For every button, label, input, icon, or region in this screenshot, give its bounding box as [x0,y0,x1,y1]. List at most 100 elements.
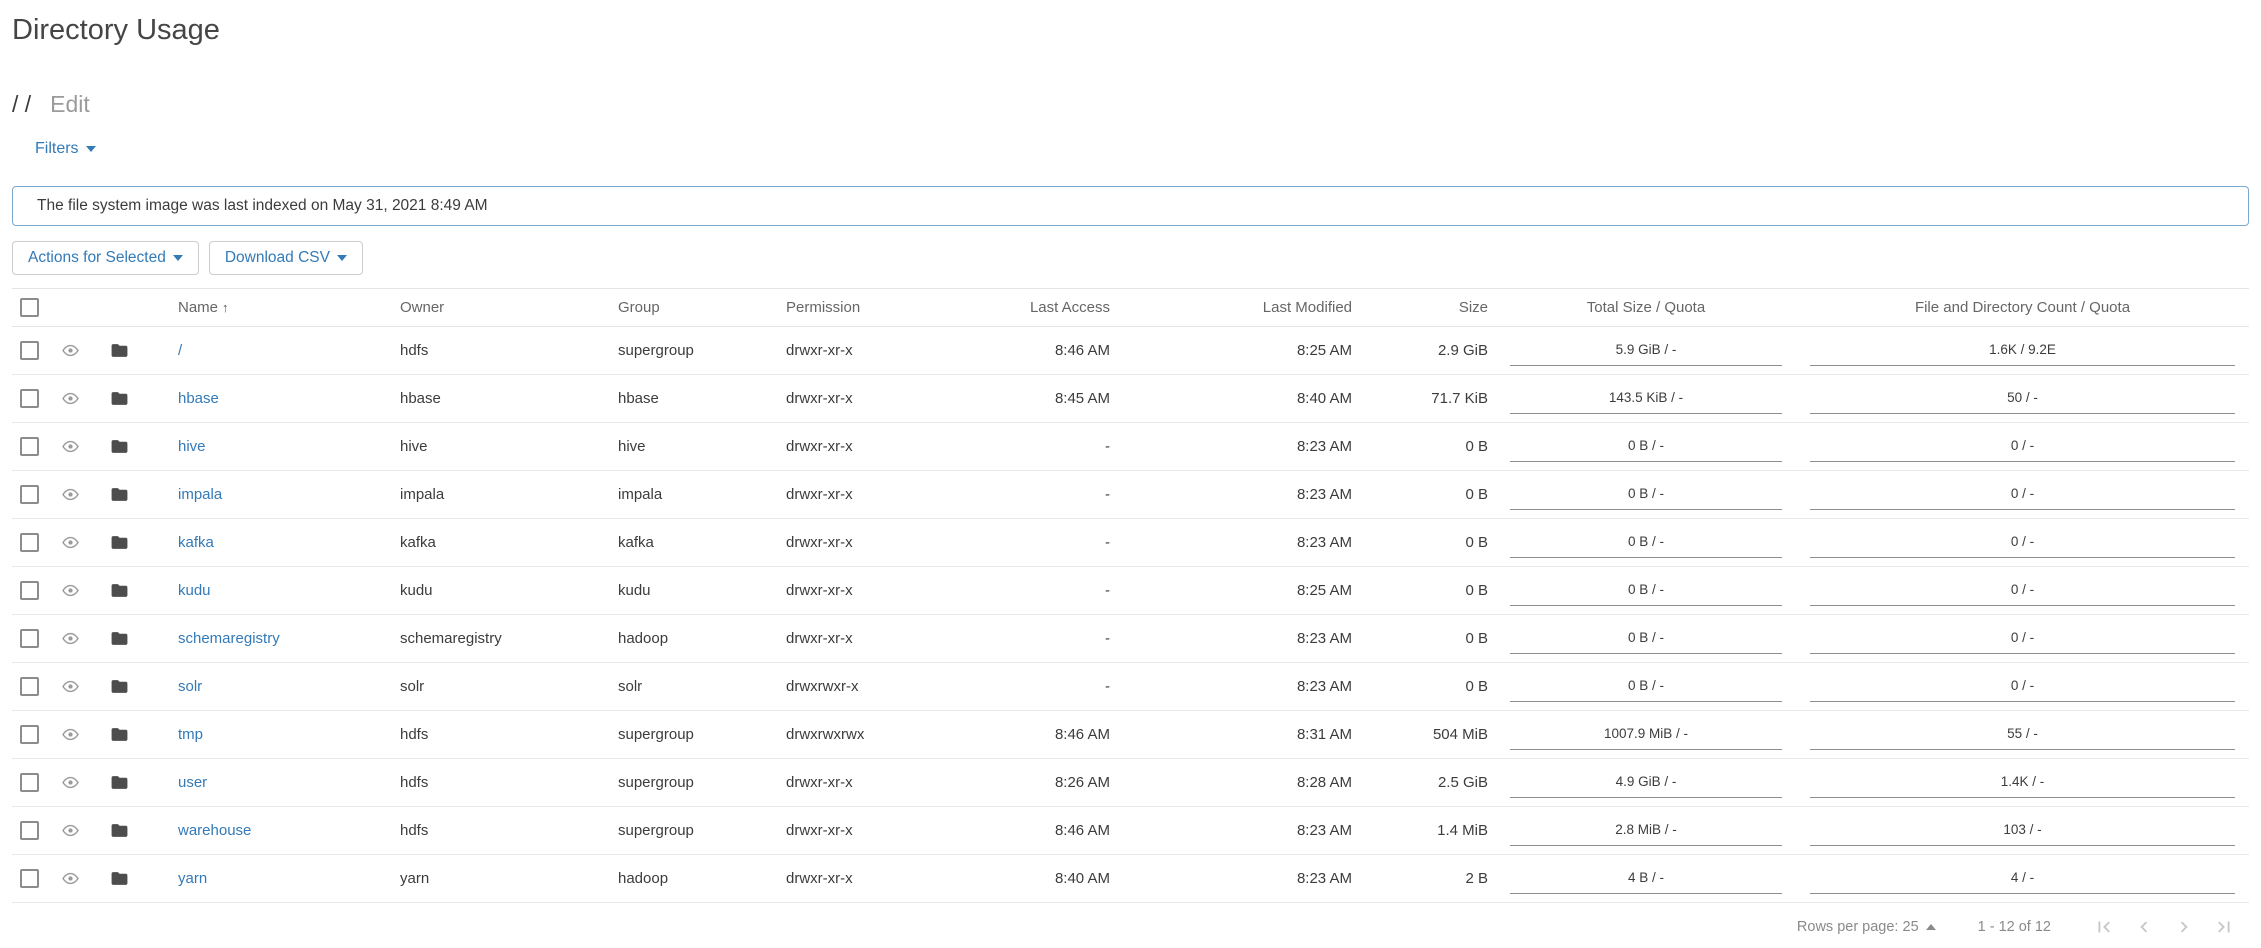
next-page-icon[interactable] [2173,916,2195,938]
permission-cell: drwxr-xr-x [778,807,978,855]
size-cell: 2.9 GiB [1360,327,1496,375]
count-quota-bar: 0 / - [1810,438,2235,462]
table-row: impala impala impala drwxr-xr-x - 8:23 A… [12,471,2249,519]
group-cell: impala [610,471,778,519]
directory-link[interactable]: kafka [178,534,214,551]
last-access-cell: 8:46 AM [978,711,1118,759]
last-access-cell: - [978,567,1118,615]
total-size-quota-bar: 0 B / - [1510,630,1782,654]
directory-link[interactable]: impala [178,486,222,503]
count-quota-bar: 0 / - [1810,486,2235,510]
total-size-quota-value: 4.9 GiB / - [1616,774,1677,789]
directory-link[interactable]: tmp [178,726,203,743]
preview-eye-icon[interactable] [62,486,79,503]
directory-link[interactable]: solr [178,678,202,695]
breadcrumb-path[interactable]: / / [12,91,31,118]
owner-cell: hdfs [392,807,610,855]
header-total-size-quota[interactable]: Total Size / Quota [1496,289,1796,327]
count-quota-bar: 0 / - [1810,678,2235,702]
count-quota-value: 1.4K / - [2001,774,2045,789]
row-checkbox[interactable] [20,341,39,360]
size-cell: 0 B [1360,519,1496,567]
directory-link[interactable]: schemaregistry [178,630,280,647]
group-cell: hadoop [610,855,778,903]
count-quota-value: 0 / - [2011,678,2034,693]
header-size[interactable]: Size [1360,289,1496,327]
last-modified-cell: 8:31 AM [1118,711,1360,759]
header-eye-spacer [54,289,102,327]
count-quota-bar: 4 / - [1810,870,2235,894]
row-checkbox[interactable] [20,677,39,696]
header-last-access[interactable]: Last Access [978,289,1118,327]
previous-page-icon[interactable] [2133,916,2155,938]
directory-link[interactable]: / [178,342,182,359]
preview-eye-icon[interactable] [62,342,79,359]
owner-cell: kudu [392,567,610,615]
preview-eye-icon[interactable] [62,630,79,647]
folder-icon [110,533,129,552]
select-all-checkbox[interactable] [20,298,39,317]
row-checkbox[interactable] [20,485,39,504]
last-modified-cell: 8:23 AM [1118,663,1360,711]
count-quota-bar: 1.4K / - [1810,774,2235,798]
rows-per-page-label: Rows per page: [1797,919,1899,935]
header-owner[interactable]: Owner [392,289,610,327]
group-cell: kudu [610,567,778,615]
directory-link[interactable]: user [178,774,207,791]
header-group[interactable]: Group [610,289,778,327]
preview-eye-icon[interactable] [62,582,79,599]
row-checkbox[interactable] [20,629,39,648]
count-quota-bar: 50 / - [1810,390,2235,414]
preview-eye-icon[interactable] [62,774,79,791]
header-count-quota[interactable]: File and Directory Count / Quota [1796,289,2249,327]
folder-icon [110,725,129,744]
first-page-icon[interactable] [2093,916,2115,938]
row-checkbox[interactable] [20,533,39,552]
permission-cell: drwxr-xr-x [778,327,978,375]
download-csv-button[interactable]: Download CSV [209,241,363,275]
directory-link[interactable]: hive [178,438,206,455]
header-name[interactable]: Name↑ [170,289,392,327]
last-access-cell: - [978,423,1118,471]
rows-per-page-select[interactable]: Rows per page: 25 [1797,919,1936,935]
table-row: hive hive hive drwxr-xr-x - 8:23 AM 0 B … [12,423,2249,471]
row-checkbox[interactable] [20,773,39,792]
directory-link[interactable]: hbase [178,390,219,407]
count-quota-bar: 0 / - [1810,582,2235,606]
preview-eye-icon[interactable] [62,534,79,551]
preview-eye-icon[interactable] [62,438,79,455]
row-checkbox[interactable] [20,389,39,408]
count-quota-bar: 0 / - [1810,630,2235,654]
header-last-modified[interactable]: Last Modified [1118,289,1360,327]
preview-eye-icon[interactable] [62,390,79,407]
row-checkbox[interactable] [20,725,39,744]
total-size-quota-bar: 2.8 MiB / - [1510,822,1782,846]
last-page-icon[interactable] [2213,916,2235,938]
directory-link[interactable]: warehouse [178,822,251,839]
actions-for-selected-button[interactable]: Actions for Selected [12,241,199,275]
header-permission[interactable]: Permission [778,289,978,327]
preview-eye-icon[interactable] [62,870,79,887]
directory-link[interactable]: kudu [178,582,211,599]
total-size-quota-value: 2.8 MiB / - [1615,822,1677,837]
row-checkbox[interactable] [20,821,39,840]
preview-eye-icon[interactable] [62,822,79,839]
directory-link[interactable]: yarn [178,870,207,887]
table-row: schemaregistry schemaregistry hadoop drw… [12,615,2249,663]
preview-eye-icon[interactable] [62,678,79,695]
row-checkbox[interactable] [20,581,39,600]
table-row: solr solr solr drwxrwxr-x - 8:23 AM 0 B … [12,663,2249,711]
total-size-quota-value: 0 B / - [1628,678,1664,693]
filters-toggle[interactable]: Filters [35,140,96,158]
preview-eye-icon[interactable] [62,726,79,743]
row-checkbox[interactable] [20,869,39,888]
count-quota-bar: 103 / - [1810,822,2235,846]
row-checkbox[interactable] [20,437,39,456]
table-row: tmp hdfs supergroup drwxrwxrwx 8:46 AM 8… [12,711,2249,759]
owner-cell: hbase [392,375,610,423]
table-row: user hdfs supergroup drwxr-xr-x 8:26 AM … [12,759,2249,807]
last-modified-cell: 8:25 AM [1118,327,1360,375]
last-modified-cell: 8:23 AM [1118,615,1360,663]
edit-link[interactable]: Edit [50,91,90,118]
permission-cell: drwxr-xr-x [778,471,978,519]
